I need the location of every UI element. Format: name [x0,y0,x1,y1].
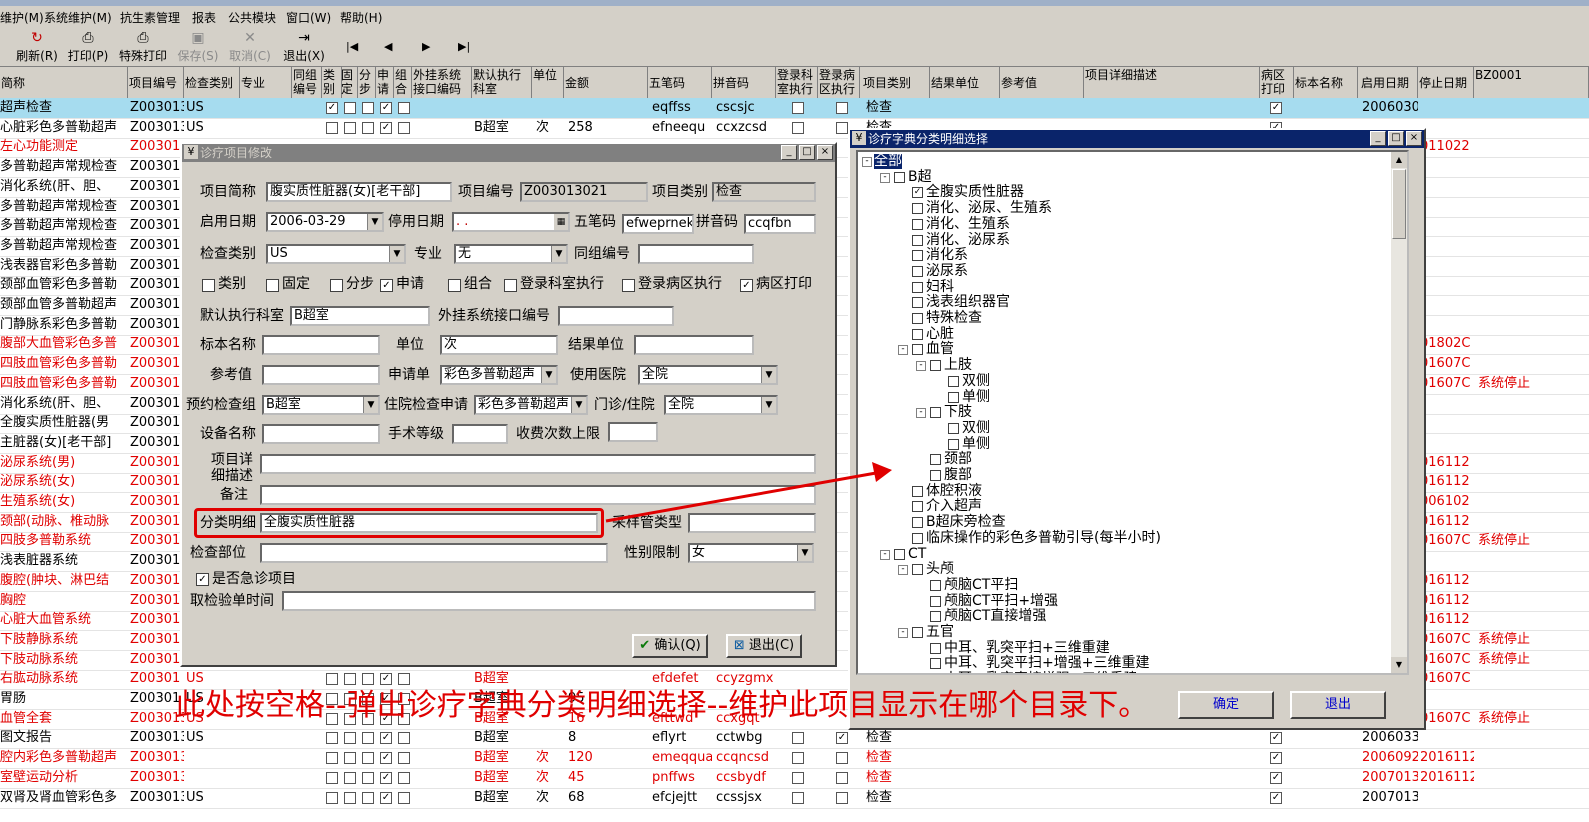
annotation-text: 此处按空格--弹出诊疗字典分类明细选择--维护此项目显示在哪个目录下。 [175,688,1149,723]
